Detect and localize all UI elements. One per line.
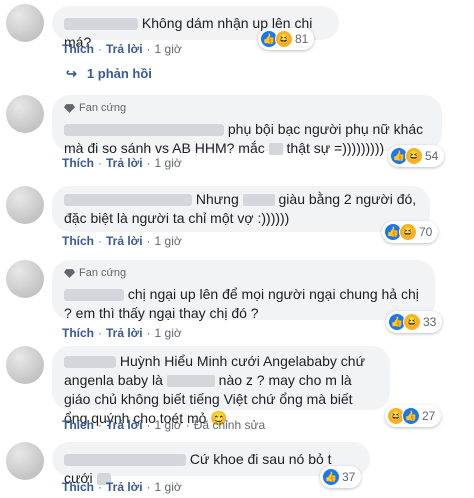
comment-bubble: Fan cứng chị ngại up lên để mọi người ng… <box>52 260 435 321</box>
like-button[interactable]: Thích <box>62 480 94 494</box>
reply-arrow-icon: ↪ <box>66 66 77 81</box>
timestamp[interactable]: 1 giờ <box>155 326 182 340</box>
reaction-count[interactable]: 👍 😆 70 <box>382 221 439 243</box>
reaction-count[interactable]: 👍 37 <box>320 466 362 488</box>
avatar[interactable] <box>6 346 44 384</box>
haha-icon: 😆 <box>275 30 293 48</box>
reply-button[interactable]: Trả lời <box>106 42 143 56</box>
comment-actions: Thích · Trả lời · 1 giờ <box>62 480 182 494</box>
timestamp[interactable]: 1 giờ <box>155 418 182 432</box>
author-name[interactable] <box>64 194 192 207</box>
reply-button[interactable]: Trả lời <box>106 234 143 248</box>
avatar[interactable] <box>6 95 44 133</box>
like-button[interactable]: Thích <box>62 234 94 248</box>
haha-icon: 😆 <box>403 313 421 331</box>
timestamp[interactable]: 1 giờ <box>155 234 182 248</box>
author-name[interactable] <box>64 18 138 31</box>
like-icon: 👍 <box>322 468 340 486</box>
haha-icon: 😆 <box>399 223 417 241</box>
comment-actions: Thích · Trả lời · 1 giờ <box>62 234 182 248</box>
timestamp[interactable]: 1 giờ <box>155 42 182 56</box>
reaction-count[interactable]: 😆 👍 27 <box>385 405 442 427</box>
timestamp[interactable]: 1 giờ <box>155 156 182 170</box>
like-button[interactable]: Thích <box>62 418 94 432</box>
like-button[interactable]: Thích <box>62 42 94 56</box>
avatar[interactable] <box>6 4 44 42</box>
top-fan-badge: Fan cứng <box>64 99 430 118</box>
timestamp[interactable]: 1 giờ <box>155 480 182 494</box>
top-fan-badge: Fan cứng <box>64 264 423 283</box>
like-button[interactable]: Thích <box>62 326 94 340</box>
reaction-count[interactable]: 👍 😆 54 <box>388 145 445 167</box>
comment-text: Nhưng <box>192 191 243 207</box>
comment-bubble: Huỳnh Hiểu Minh cưới Angelababy chứ ange… <box>52 346 390 426</box>
edited-label[interactable]: Đã chỉnh sửa <box>194 418 265 432</box>
reply-button[interactable]: Trả lời <box>106 480 143 494</box>
reply-button[interactable]: Trả lời <box>106 156 143 170</box>
avatar[interactable] <box>6 442 44 480</box>
comment-actions: Thích · Trả lời · 1 giờ <box>62 326 182 340</box>
view-replies-link[interactable]: ↪ 1 phản hồi <box>66 66 152 82</box>
avatar[interactable] <box>6 260 44 298</box>
comment-actions: Thích · Trả lời · 1 giờ <box>62 42 182 56</box>
comment-actions: Thích · Trả lời · 1 giờ <box>62 156 182 170</box>
author-name[interactable] <box>64 356 116 369</box>
author-name[interactable] <box>64 124 224 137</box>
author-name[interactable] <box>64 289 124 302</box>
reply-button[interactable]: Trả lời <box>106 418 143 432</box>
comment-actions: Thích · Trả lời · 1 giờ · Đã chỉnh sửa <box>62 418 266 432</box>
reaction-count[interactable]: 👍 😆 81 <box>258 28 315 50</box>
reaction-count[interactable]: 👍 😆 33 <box>386 311 443 333</box>
comment-bubble: Nhưng giàu bằng 2 người đó, đặc biệt là … <box>52 186 430 232</box>
avatar[interactable] <box>6 186 44 224</box>
comment-bubble: Fan cứng phụ bội bạc người phụ nữ khác m… <box>52 95 442 156</box>
haha-icon: 😆 <box>405 147 423 165</box>
comment-text-2: thật sự =))))))))) <box>282 140 385 156</box>
diamond-icon <box>64 104 75 113</box>
author-name[interactable] <box>64 454 186 467</box>
like-button[interactable]: Thích <box>62 156 94 170</box>
like-icon: 👍 <box>402 407 420 425</box>
reply-button[interactable]: Trả lời <box>106 326 143 340</box>
diamond-icon <box>64 269 75 278</box>
